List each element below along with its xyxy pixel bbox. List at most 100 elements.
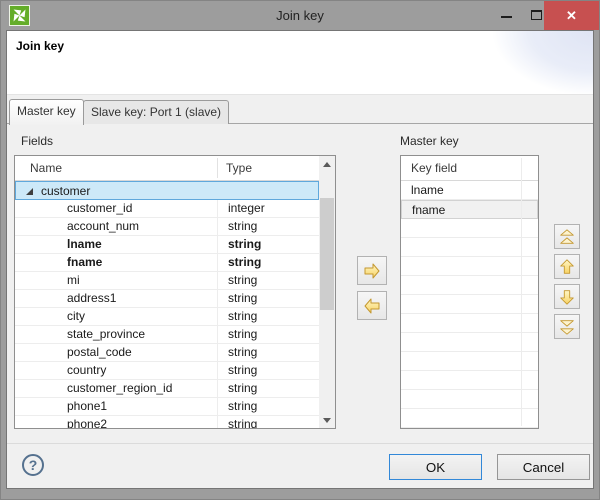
field-type-cell: string [217,416,319,428]
move-top-icon [558,228,576,246]
move-bottom-icon [558,318,576,336]
triangle-down-icon [323,418,331,423]
master-key-empty-row [401,238,538,257]
field-row[interactable]: customer_region_idstring [15,380,319,398]
field-row[interactable]: phone2string [15,416,319,428]
master-key-empty-row [401,295,538,314]
field-name-cell: customer_id [15,200,217,217]
field-row[interactable]: customer_idinteger [15,200,319,218]
field-type-cell: integer [217,200,319,217]
scroll-down-button[interactable] [319,412,335,428]
move-down-icon [558,288,576,306]
field-group-row[interactable]: customer [15,181,319,200]
field-name-cell: customer [16,182,218,199]
master-key-empty-row [401,257,538,276]
field-row[interactable]: address1string [15,290,319,308]
master-key-row[interactable]: fname [401,200,538,219]
field-type-cell: string [217,362,319,379]
add-key-button[interactable] [357,256,387,285]
maximize-icon [531,10,542,20]
field-type-cell: string [217,272,319,289]
field-name-cell: customer_region_id [15,380,217,397]
triangle-up-icon [323,162,331,167]
field-name-cell: postal_code [15,344,217,361]
field-row[interactable]: countrystring [15,362,319,380]
minimize-button[interactable] [493,1,521,30]
field-row[interactable]: postal_codestring [15,344,319,362]
field-row[interactable]: lnamestring [15,236,319,254]
move-up-icon [558,258,576,276]
field-name-cell: lname [15,236,217,253]
field-row[interactable]: phone1string [15,398,319,416]
help-button[interactable]: ? [22,454,44,476]
master-key-empty-row [401,276,538,295]
remove-key-button[interactable] [357,291,387,320]
field-type-cell: string [217,218,319,235]
field-name-cell: account_num [15,218,217,235]
master-key-table-body: lnamefname [401,181,538,428]
column-header-type: Type [226,156,252,180]
close-button[interactable]: ✕ [544,1,599,30]
field-type-cell: string [217,308,319,325]
field-name-cell: address1 [15,290,217,307]
field-type-cell [218,182,318,199]
master-key-empty-row [401,219,538,238]
tab-strip: Master key Slave key: Port 1 (slave) [7,96,593,124]
master-key-empty-row [401,409,538,428]
fields-table-header: Name Type [15,156,319,181]
field-name-cell: phone1 [15,398,217,415]
master-key-row[interactable]: lname [401,181,538,200]
field-row[interactable]: fnamestring [15,254,319,272]
join-key-dialog: Join key ✕ Join key Master key Slave key… [0,0,600,500]
column-header-key-field: Key field [411,156,457,180]
footer-separator [7,443,593,444]
field-name-cell: country [15,362,217,379]
ok-button[interactable]: OK [389,454,482,480]
master-key-empty-row [401,371,538,390]
field-row[interactable]: account_numstring [15,218,319,236]
master-key-table: Key field lnamefname [400,155,539,429]
move-top-button[interactable] [554,224,580,249]
master-key-empty-row [401,314,538,333]
fields-table: Name Type customercustomer_idintegeracco… [14,155,336,429]
master-key-empty-row [401,390,538,409]
scrollbar-thumb[interactable] [320,198,334,310]
master-key-empty-row [401,333,538,352]
fields-label: Fields [21,134,53,148]
field-type-cell: string [217,380,319,397]
field-type-cell: string [217,326,319,343]
banner-gradient [403,31,593,95]
field-type-cell: string [217,236,319,253]
dialog-client-area: Join key Master key Slave key: Port 1 (s… [6,30,594,489]
field-row[interactable]: state_provincestring [15,326,319,344]
field-name-cell: state_province [15,326,217,343]
fields-scrollbar[interactable] [319,156,335,428]
field-name-cell: phone2 [15,416,217,428]
master-key-label: Master key [400,134,459,148]
move-up-button[interactable] [554,254,580,279]
field-name-cell: fname [15,254,217,271]
cancel-button[interactable]: Cancel [497,454,590,480]
expand-collapse-triangle-icon[interactable] [26,188,33,195]
field-type-cell: string [217,254,319,271]
column-header-name: Name [30,156,62,180]
column-separator [217,158,218,178]
master-column-separator [521,158,522,426]
field-name-cell: mi [15,272,217,289]
master-key-table-header: Key field [401,156,538,181]
move-bottom-button[interactable] [554,314,580,339]
title-bar[interactable]: Join key ✕ [1,1,599,30]
field-type-cell: string [217,290,319,307]
tab-master-key[interactable]: Master key [9,99,84,125]
field-row[interactable]: mistring [15,272,319,290]
move-down-button[interactable] [554,284,580,309]
dialog-banner: Join key [7,31,593,95]
tab-slave-key[interactable]: Slave key: Port 1 (slave) [83,100,229,124]
scroll-up-button[interactable] [319,156,335,172]
fields-table-body: customercustomer_idintegeraccount_numstr… [15,181,319,428]
master-key-empty-row [401,352,538,371]
arrow-left-icon [362,296,382,316]
field-row[interactable]: citystring [15,308,319,326]
minimize-icon [501,16,512,18]
field-name-cell: city [15,308,217,325]
